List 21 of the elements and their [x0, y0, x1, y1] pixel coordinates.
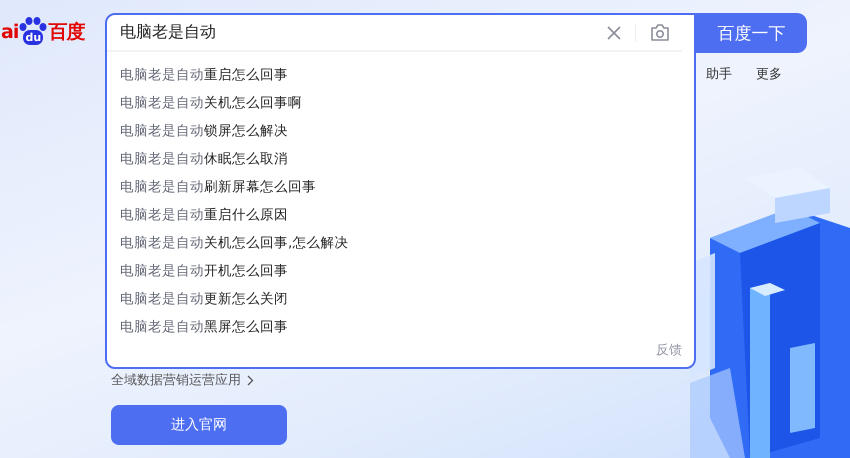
close-icon[interactable]: [607, 26, 621, 40]
suggestion-item[interactable]: 电脑老是自动关机怎么回事啊: [107, 89, 694, 117]
suggestion-item[interactable]: 电脑老是自动更新怎么关闭: [107, 285, 694, 313]
suggestion-item[interactable]: 电脑老是自动锁屏怎么解决: [107, 117, 694, 145]
suggestion-item[interactable]: 电脑老是自动黑屏怎么回事: [107, 313, 694, 341]
chevron-right-icon: [247, 374, 254, 386]
suggestion-item[interactable]: 电脑老是自动刷新屏幕怎么回事: [107, 173, 694, 201]
suggestion-item[interactable]: 电脑老是自动开机怎么回事: [107, 257, 694, 285]
paw-icon: [19, 17, 48, 31]
nav-link[interactable]: 助手: [706, 65, 732, 83]
suggestion-item[interactable]: 电脑老是自动关机怎么回事,怎么解决: [107, 229, 694, 257]
search-button[interactable]: 百度一下: [696, 13, 807, 53]
suggestion-item[interactable]: 电脑老是自动重启什么原因: [107, 201, 694, 229]
suggestion-item[interactable]: 电脑老是自动休眠怎么取消: [107, 145, 694, 173]
nav-link[interactable]: 更多: [756, 65, 782, 83]
promo-link[interactable]: 全域数据营销运营应用: [111, 371, 254, 389]
search-field[interactable]: 电脑老是自动: [120, 23, 593, 42]
suggestion-item[interactable]: 电脑老是自动重启怎么回事: [107, 61, 694, 89]
enter-site-button[interactable]: 进入官网: [111, 405, 287, 445]
camera-icon[interactable]: [650, 24, 670, 41]
baidu-logo[interactable]: ai du 百度: [1, 17, 105, 47]
